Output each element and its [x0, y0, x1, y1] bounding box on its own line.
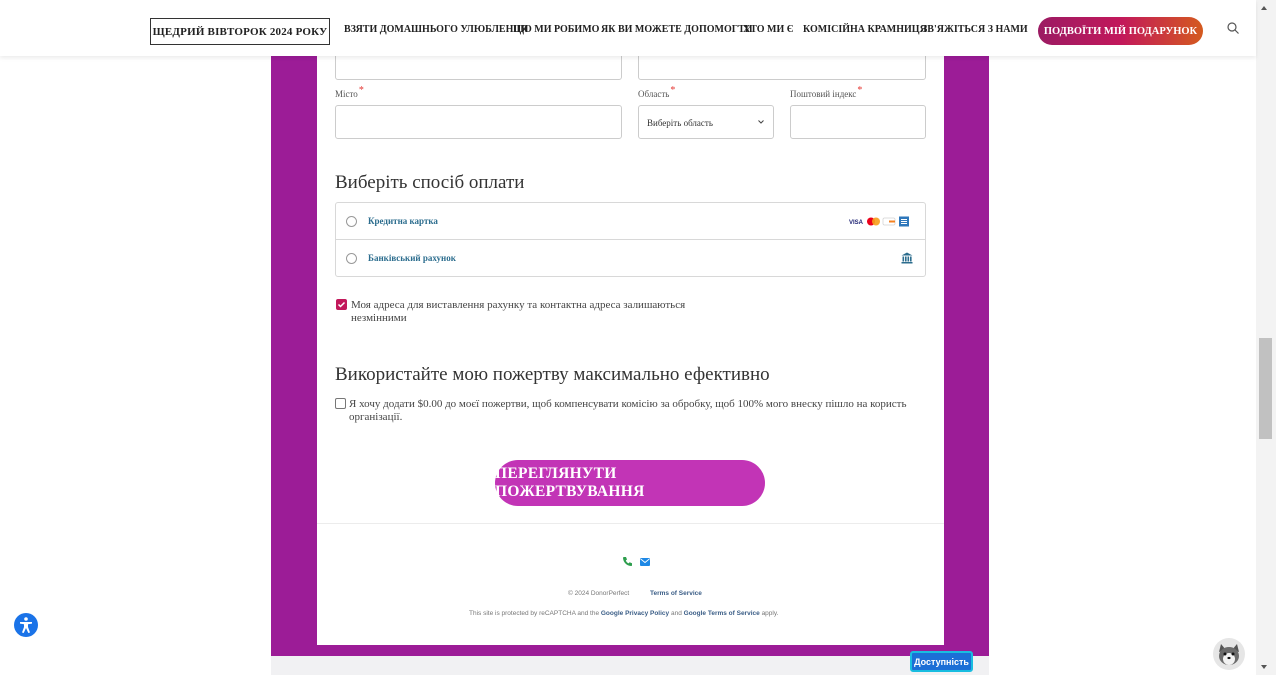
review-donation-button[interactable]: ПЕРЕГЛЯНУТИ ПОЖЕРТВУВАННЯ	[495, 460, 765, 506]
accessibility-widget-button[interactable]	[14, 613, 38, 637]
card-option-label[interactable]: Кредитна картка	[368, 216, 438, 226]
postal-field[interactable]	[790, 105, 926, 139]
double-gift-button[interactable]: ПОДВОЇТИ МІЙ ПОДАРУНОК	[1038, 17, 1203, 45]
card-brands-icon: VISA	[849, 216, 909, 227]
card-radio[interactable]	[346, 216, 357, 227]
bank-radio[interactable]	[346, 253, 357, 264]
city-field[interactable]	[335, 105, 622, 139]
region-label: Область*	[638, 85, 676, 99]
footer-divider	[317, 523, 944, 524]
payment-option-card[interactable]: Кредитна картка VISA	[336, 203, 925, 240]
scrollbar-thumb[interactable]	[1259, 338, 1272, 439]
nav-contact[interactable]: ЗВ'ЯЖІТЬСЯ З НАМИ	[922, 24, 1028, 35]
chat-assistant-avatar[interactable]	[1213, 638, 1245, 670]
google-terms-link[interactable]: Google Terms of Service	[684, 610, 760, 617]
search-icon[interactable]	[1226, 21, 1240, 35]
chevron-down-icon	[758, 120, 764, 124]
cover-fee-checkbox[interactable]	[335, 398, 346, 409]
scroll-up-arrow[interactable]	[1261, 6, 1267, 10]
giving-tuesday-button[interactable]: ЩЕДРИЙ ВІВТОРОК 2024 РОКУ	[150, 18, 330, 45]
phone-icon[interactable]	[622, 556, 633, 567]
region-select-value: Виберіть область	[647, 118, 713, 128]
payment-options: Кредитна картка VISA Банківський рахунок	[335, 202, 926, 277]
email-icon[interactable]	[640, 558, 650, 566]
visa-icon: VISA	[849, 220, 864, 226]
nav-adopt[interactable]: ВЗЯТИ ДОМАШНЬОГО УЛЮБЛЕНЦЯ	[344, 24, 528, 35]
region-select[interactable]: Виберіть область	[638, 105, 774, 139]
page-bottom-band	[271, 656, 989, 675]
recaptcha-notice: This site is protected by reCAPTCHA and …	[469, 610, 779, 617]
terms-link[interactable]: Terms of Service	[650, 590, 702, 597]
accessibility-button[interactable]: Доступність	[910, 651, 973, 672]
nav-who-we-are[interactable]: ХТО МИ Є	[743, 24, 794, 35]
postal-label: Поштовий індекс*	[790, 85, 863, 99]
privacy-policy-link[interactable]: Google Privacy Policy	[601, 610, 669, 617]
site-header: ЩЕДРИЙ ВІВТОРОК 2024 РОКУ ВЗЯТИ ДОМАШНЬО…	[0, 0, 1256, 56]
payment-heading: Виберіть спосіб оплати	[335, 172, 525, 193]
maximize-heading: Використайте мою пожертву максимально еф…	[335, 364, 770, 385]
checkmark-icon	[337, 301, 346, 308]
scroll-down-arrow[interactable]	[1261, 665, 1267, 669]
nav-thrift-store[interactable]: КОМІСІЙНА КРАМНИЦЯ	[803, 24, 927, 35]
bank-icon	[901, 252, 913, 264]
cover-fee-text: Я хочу додати $0.00 до моєї пожертви, що…	[349, 398, 907, 423]
payment-option-bank[interactable]: Банківський рахунок	[336, 240, 925, 277]
dog-avatar-icon	[1219, 644, 1239, 665]
city-label: Місто*	[335, 85, 364, 99]
same-address-checkbox[interactable]	[336, 299, 347, 310]
accessibility-icon	[20, 617, 32, 633]
nav-how-to-help[interactable]: ЯК ВИ МОЖЕТЕ ДОПОМОГТИ	[601, 24, 753, 35]
same-address-text: Моя адреса для виставлення рахунку та ко…	[351, 299, 686, 324]
copyright-text: © 2024 DonorPerfect	[568, 590, 630, 597]
nav-what-we-do[interactable]: ЩО МИ РОБИМО	[513, 24, 599, 35]
bank-option-label[interactable]: Банківський рахунок	[368, 253, 456, 263]
